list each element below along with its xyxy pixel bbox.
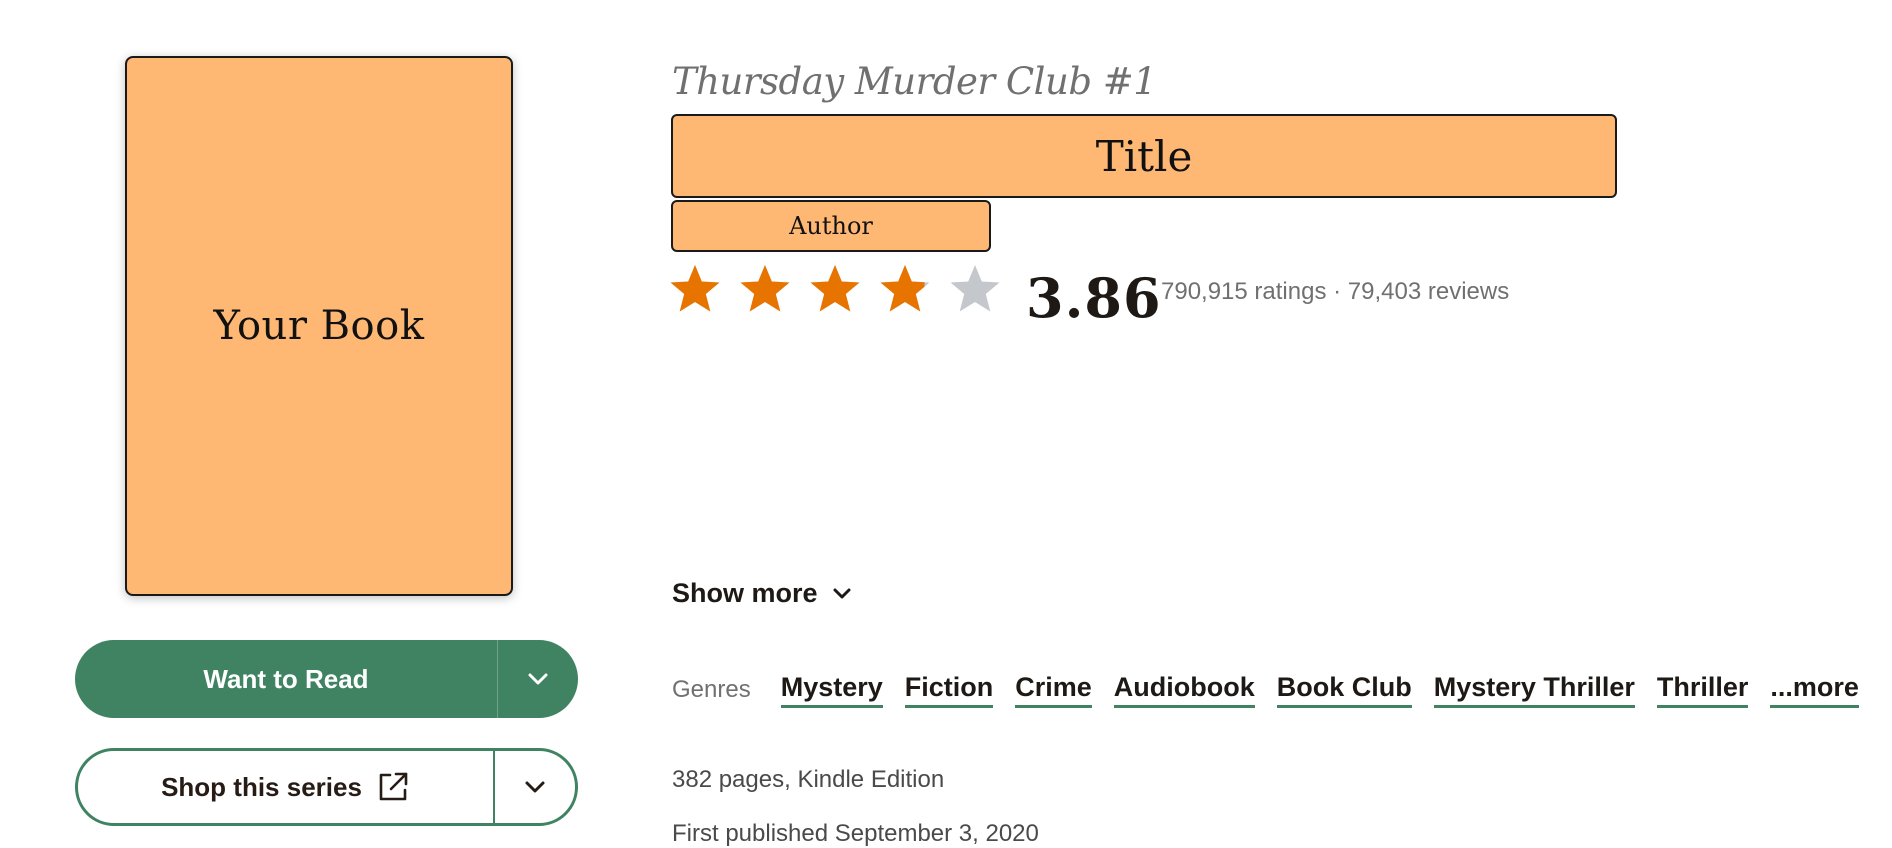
chevron-down-icon xyxy=(525,781,545,793)
series-link[interactable]: Thursday Murder Club #1 xyxy=(672,60,1157,103)
chevron-down-icon xyxy=(833,588,851,598)
star-icon xyxy=(950,265,1000,312)
genres-label: Genres xyxy=(672,676,751,703)
genres-more-link[interactable]: ...more xyxy=(1770,672,1859,708)
rating-counts[interactable]: 790,915 ratings · 79,403 reviews xyxy=(1161,278,1509,306)
shop-series-main[interactable]: Shop this series xyxy=(78,751,493,823)
book-cover[interactable]: Your Book xyxy=(125,56,513,596)
chevron-down-icon xyxy=(528,673,548,685)
average-rating: 3.86 xyxy=(1026,266,1162,330)
star-icon xyxy=(740,265,790,312)
external-link-icon xyxy=(379,772,408,801)
genre-link[interactable]: Audiobook xyxy=(1113,672,1255,708)
author-name[interactable]: Author xyxy=(671,200,991,252)
shop-series-label: Shop this series xyxy=(161,771,362,802)
want-to-read-label[interactable]: Want to Read xyxy=(75,640,497,718)
shop-series-button[interactable]: Shop this series xyxy=(75,748,578,826)
shop-series-dropdown[interactable] xyxy=(493,751,575,823)
cover-text: Your Book xyxy=(213,303,425,349)
want-to-read-dropdown[interactable] xyxy=(497,640,578,718)
genre-link[interactable]: Crime xyxy=(1015,672,1092,708)
rating-stars[interactable] xyxy=(668,262,1002,316)
book-format: 382 pages, Kindle Edition xyxy=(672,766,945,793)
star-icon xyxy=(810,265,860,312)
show-more-label: Show more xyxy=(672,578,818,608)
show-more-button[interactable]: Show more xyxy=(672,578,852,609)
book-title: Title xyxy=(671,114,1617,198)
genres-list: Genres Mystery Fiction Crime Audiobook Book … xyxy=(672,672,1859,708)
star-icon xyxy=(880,265,930,312)
want-to-read-button[interactable]: Want to Read xyxy=(75,640,578,718)
star-icon xyxy=(670,265,720,312)
genre-link[interactable]: Fiction xyxy=(904,672,994,708)
genre-link[interactable]: Thriller xyxy=(1656,672,1749,708)
genre-link[interactable]: Book Club xyxy=(1276,672,1412,708)
genre-link[interactable]: Mystery Thriller xyxy=(1433,672,1635,708)
genre-link[interactable]: Mystery xyxy=(780,672,883,708)
